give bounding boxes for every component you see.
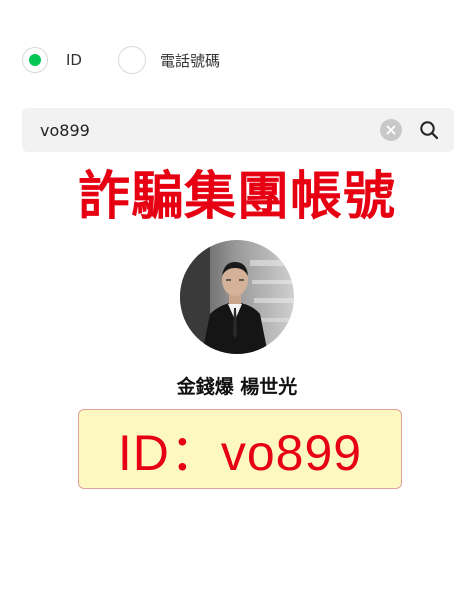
radio-button-phone[interactable] xyxy=(117,46,146,74)
account-id-box: ID：vo899 xyxy=(78,409,402,489)
search-icon[interactable] xyxy=(418,119,440,141)
radio-button-id[interactable] xyxy=(22,47,48,73)
clear-icon[interactable] xyxy=(380,119,402,141)
search-input[interactable] xyxy=(40,108,380,152)
account-id-label: ID：vo899 xyxy=(117,425,363,481)
search-bar xyxy=(22,108,454,152)
radio-option-phone[interactable]: 電話號碼 xyxy=(117,46,220,74)
radio-label-id: ID xyxy=(66,51,82,69)
fraud-account-title: 詐騙集團帳號 xyxy=(77,166,396,227)
radio-option-id[interactable]: ID xyxy=(22,47,118,73)
radio-selected-dot xyxy=(29,54,41,66)
search-type-selector: ID 電話號碼 xyxy=(22,42,220,78)
avatar xyxy=(180,240,294,354)
profile-name: 金錢爆 楊世光 xyxy=(176,376,298,398)
radio-label-phone: 電話號碼 xyxy=(159,51,220,70)
